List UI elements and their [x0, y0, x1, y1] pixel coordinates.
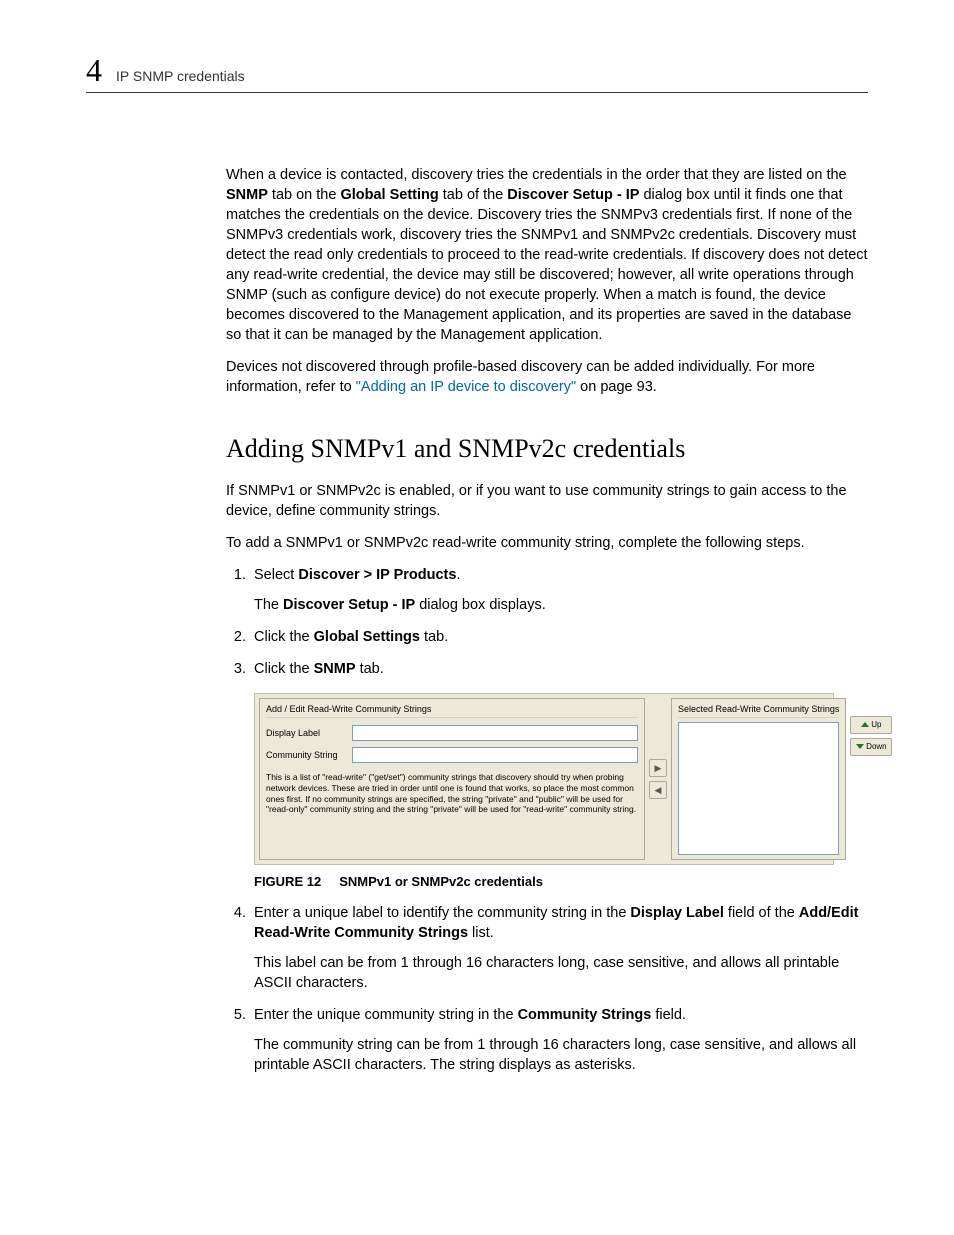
- bold-global-settings: Global Settings: [314, 629, 420, 645]
- text: field of the: [724, 905, 799, 921]
- step-2: Click the Global Settings tab.: [250, 627, 868, 647]
- text: Click the: [254, 661, 314, 677]
- figure-title: SNMPv1 or SNMPv2c credentials: [339, 874, 543, 889]
- add-edit-panel-title: Add / Edit Read-Write Community Strings: [266, 703, 638, 718]
- text: Select: [254, 567, 298, 583]
- move-up-button[interactable]: Up: [850, 716, 892, 734]
- community-string-text: Community String: [266, 749, 344, 761]
- text: tab.: [420, 629, 448, 645]
- chevron-left-icon: ◀: [655, 784, 662, 796]
- figure-label: FIGURE 12: [254, 874, 321, 889]
- snmp-dialog: Add / Edit Read-Write Community Strings …: [254, 693, 834, 865]
- paragraph-3: If SNMPv1 or SNMPv2c is enabled, or if y…: [226, 481, 868, 521]
- bold-community-strings: Community Strings: [518, 1007, 652, 1023]
- figure-12: Add / Edit Read-Write Community Strings …: [254, 693, 868, 891]
- selected-panel: Selected Read-Write Community Strings: [671, 698, 846, 860]
- page-header: 4 IP SNMP credentials: [86, 54, 868, 93]
- bold-display-label: Display Label: [630, 905, 723, 921]
- paragraph-2: Devices not discovered through profile-b…: [226, 357, 868, 397]
- text: The: [254, 597, 283, 613]
- paragraph-1: When a device is contacted, discovery tr…: [226, 165, 868, 345]
- bold-snmp-tab: SNMP: [314, 661, 356, 677]
- display-label-text: Display Label: [266, 727, 344, 739]
- step-3: Click the SNMP tab. Add / Edit Read-Writ…: [250, 659, 868, 891]
- transfer-buttons: ▶ ◀: [645, 698, 671, 860]
- figure-caption: FIGURE 12 SNMPv1 or SNMPv2c credentials: [254, 873, 868, 891]
- bold-global-setting: Global Setting: [340, 187, 438, 203]
- text: tab on the: [268, 187, 341, 203]
- text: Enter a unique label to identify the com…: [254, 905, 630, 921]
- section-heading: Adding SNMPv1 and SNMPv2c credentials: [226, 431, 868, 467]
- add-edit-panel: Add / Edit Read-Write Community Strings …: [259, 698, 645, 860]
- cross-reference-link[interactable]: "Adding an IP device to discovery": [356, 379, 576, 395]
- bold-discover-setup-ip-2: Discover Setup - IP: [283, 597, 415, 613]
- text: on page 93.: [576, 379, 657, 395]
- bold-discover-setup-ip: Discover Setup - IP: [507, 187, 639, 203]
- triangle-down-icon: [856, 744, 864, 749]
- step-1: Select Discover > IP Products. The Disco…: [250, 565, 868, 615]
- selected-listbox[interactable]: [678, 722, 839, 855]
- step-1-sub: The Discover Setup - IP dialog box displ…: [254, 595, 868, 615]
- text: dialog box until it finds one that match…: [226, 187, 868, 343]
- ordering-buttons: Up Down: [850, 698, 892, 860]
- chevron-right-icon: ▶: [655, 762, 662, 774]
- text: .: [456, 567, 460, 583]
- text: tab of the: [439, 187, 508, 203]
- chapter-number: 4: [86, 54, 102, 86]
- up-label: Up: [871, 719, 881, 730]
- text: tab.: [356, 661, 384, 677]
- text: dialog box displays.: [415, 597, 546, 613]
- text: When a device is contacted, discovery tr…: [226, 167, 847, 183]
- display-label-input[interactable]: [352, 725, 638, 741]
- text: list.: [468, 925, 494, 941]
- add-button[interactable]: ▶: [649, 759, 667, 777]
- step-4-sub: This label can be from 1 through 16 char…: [254, 953, 868, 993]
- steps-list: Select Discover > IP Products. The Disco…: [226, 565, 868, 1075]
- paragraph-4: To add a SNMPv1 or SNMPv2c read-write co…: [226, 533, 868, 553]
- running-title: IP SNMP credentials: [116, 68, 245, 84]
- move-down-button[interactable]: Down: [850, 738, 892, 756]
- triangle-up-icon: [861, 722, 869, 727]
- bold-discover-ip-products: Discover > IP Products: [298, 567, 456, 583]
- text: field.: [651, 1007, 686, 1023]
- down-label: Down: [866, 741, 886, 752]
- step-4: Enter a unique label to identify the com…: [250, 903, 868, 993]
- step-5-sub: The community string can be from 1 throu…: [254, 1035, 868, 1075]
- selected-panel-title: Selected Read-Write Community Strings: [678, 703, 839, 718]
- bold-snmp: SNMP: [226, 187, 268, 203]
- step-5: Enter the unique community string in the…: [250, 1005, 868, 1075]
- text: Click the: [254, 629, 314, 645]
- helper-text: This is a list of "read-write" ("get/set…: [266, 772, 638, 815]
- community-string-input[interactable]: [352, 747, 638, 763]
- remove-button[interactable]: ◀: [649, 781, 667, 799]
- text: Enter the unique community string in the: [254, 1007, 518, 1023]
